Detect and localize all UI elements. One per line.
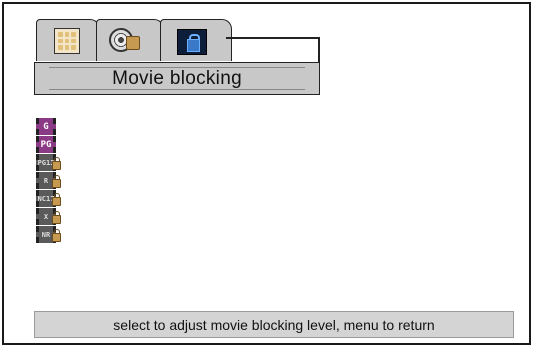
padlock-icon [126,36,140,50]
rating-item[interactable]: X [36,208,62,225]
hint-bar: select to adjust movie blocking level, m… [34,311,514,338]
tab-strip-edge [318,37,320,65]
padlock-icon [52,229,61,242]
tab-strip-divider [226,37,319,39]
grid-icon [54,28,80,54]
rating-item[interactable]: PG [36,136,62,153]
rating-item[interactable]: PG13 [36,154,62,171]
rating-item[interactable]: NR [36,226,62,243]
page-title: Movie blocking [112,67,242,89]
padlock-icon [52,193,61,206]
rating-item[interactable]: R [36,172,62,189]
menu-title-bar: Movie blocking [34,62,320,95]
padlock-icon [52,157,61,170]
padlock-icon [52,211,61,224]
rating-item[interactable]: G [36,118,62,135]
rating-pg-icon: PG [36,136,56,153]
rating-g-icon: G [36,118,56,135]
padlock-icon [52,175,61,188]
lock-screen-icon [177,29,207,55]
hint-text: select to adjust movie blocking level, m… [113,316,435,333]
rating-item[interactable]: NC17 [36,190,62,207]
rating-list: G PG PG13 R NC17 X NR [36,118,62,244]
